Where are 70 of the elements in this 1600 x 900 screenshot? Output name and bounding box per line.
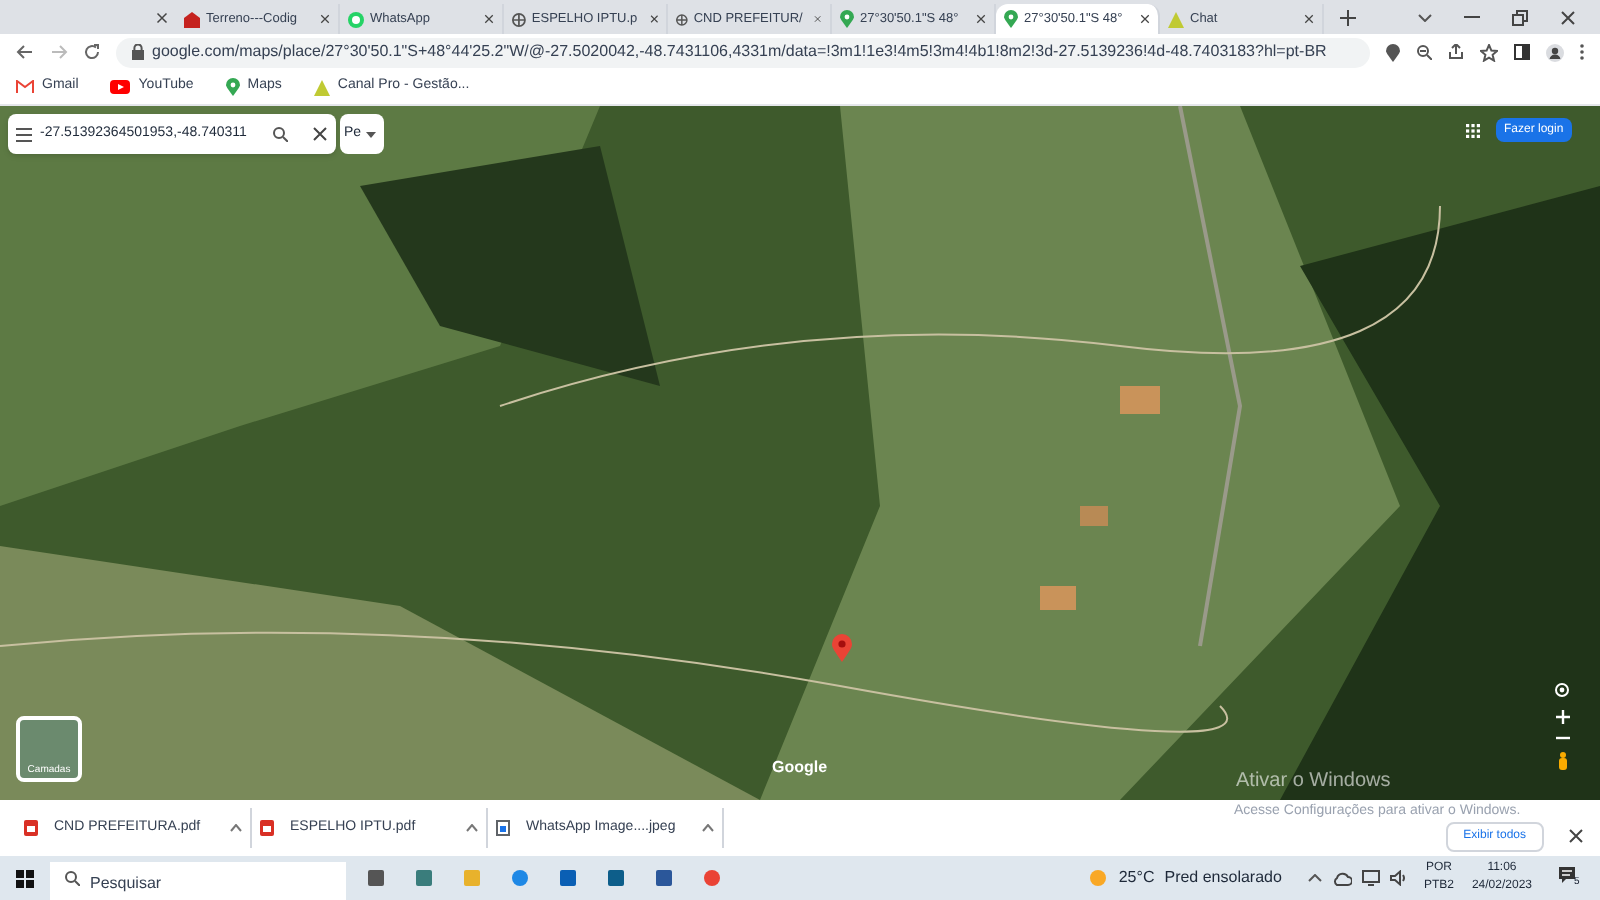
play-icon bbox=[110, 80, 131, 94]
caret-icon[interactable] bbox=[230, 824, 242, 832]
url-text: google.com/maps/place/27°30'50.1"S+48°44'25.2"W/@-27.5020042,-48.7431106,4331m/data=!3m1!1e3!4m5!3m4!4b1!8m2!3d-27.5139236!4d-48.7403183?hl=pt-BR bbox=[152, 40, 1327, 64]
menu-icon[interactable] bbox=[16, 127, 32, 141]
globe-icon bbox=[676, 11, 688, 27]
chevron-down-icon[interactable] bbox=[1418, 13, 1432, 21]
close-icon[interactable] bbox=[649, 14, 658, 24]
close-icon[interactable] bbox=[1560, 9, 1576, 25]
caret-icon[interactable] bbox=[466, 824, 478, 832]
close-icon[interactable] bbox=[484, 14, 494, 24]
triangle-icon bbox=[1168, 11, 1184, 27]
profile-icon[interactable] bbox=[1546, 43, 1564, 61]
close-icon[interactable] bbox=[320, 14, 330, 24]
windows-start-icon[interactable] bbox=[16, 869, 34, 887]
close-icon[interactable] bbox=[1140, 14, 1150, 24]
sun-icon bbox=[1088, 868, 1109, 888]
search-icon bbox=[64, 870, 80, 886]
taskbar-search-field[interactable]: Pesquisar bbox=[50, 861, 346, 900]
search-icon[interactable] bbox=[272, 126, 288, 142]
browser-icon[interactable] bbox=[510, 868, 530, 888]
monitor-icon[interactable] bbox=[1361, 870, 1380, 886]
calculator-icon[interactable] bbox=[414, 868, 434, 888]
close-icon[interactable] bbox=[156, 11, 168, 23]
triangle-icon bbox=[313, 79, 330, 95]
apps-grid-icon[interactable] bbox=[1466, 124, 1480, 138]
temperature-text[interactable]: 25°C bbox=[1118, 866, 1155, 890]
map-pin-icon bbox=[1004, 10, 1018, 28]
star-icon[interactable] bbox=[1480, 43, 1498, 61]
reload-icon[interactable] bbox=[84, 44, 100, 60]
mail-icon[interactable] bbox=[606, 868, 626, 888]
zoom-in-icon[interactable] bbox=[1555, 710, 1569, 724]
globe-icon bbox=[512, 11, 526, 27]
close-icon[interactable] bbox=[1304, 14, 1314, 24]
back-arrow-icon[interactable] bbox=[16, 44, 34, 60]
speaker-icon[interactable] bbox=[1389, 870, 1406, 886]
caret-icon[interactable] bbox=[365, 131, 376, 137]
pdf-file-icon bbox=[260, 820, 274, 836]
building-icon bbox=[184, 11, 200, 27]
lock-icon bbox=[132, 44, 144, 60]
address-bar[interactable]: google.com/maps/place/27°30'50.1"S+48°44'25.2"W/@-27.5020042,-48.7431106,4331m/data=!3m1!1e3!4m5!3m4!4b1!8m2!3d-27.5139236!4d-48.7403183?hl=pt-BR bbox=[116, 37, 1370, 67]
task-view-icon[interactable] bbox=[366, 868, 386, 888]
weather-text[interactable]: Pred ensolarado bbox=[1164, 866, 1282, 890]
map-pin-icon bbox=[832, 634, 852, 662]
map-pin-icon bbox=[225, 78, 240, 96]
activation-watermark-title: Ativar o Windows bbox=[1236, 772, 1391, 792]
restore-icon[interactable] bbox=[1512, 9, 1528, 25]
close-icon[interactable] bbox=[1568, 828, 1584, 844]
chat-bubble-icon bbox=[348, 11, 364, 27]
image-file-icon bbox=[496, 820, 510, 836]
share-icon[interactable] bbox=[1448, 44, 1464, 60]
side-panel-icon[interactable] bbox=[1514, 44, 1530, 60]
map-pin-icon bbox=[840, 10, 854, 28]
close-icon[interactable] bbox=[312, 126, 328, 142]
notification-icon[interactable] bbox=[1558, 866, 1576, 884]
person-icon[interactable] bbox=[1557, 752, 1567, 770]
location-icon[interactable] bbox=[1386, 43, 1400, 61]
new-tab-icon[interactable] bbox=[1340, 9, 1356, 25]
close-icon[interactable] bbox=[976, 14, 986, 24]
cloud-icon[interactable] bbox=[1331, 871, 1352, 885]
chevron-up-icon[interactable] bbox=[1307, 874, 1322, 882]
pdf-file-icon bbox=[24, 820, 38, 836]
store-icon[interactable] bbox=[558, 868, 578, 888]
caret-icon[interactable] bbox=[702, 824, 714, 832]
google-logo-text: Google bbox=[772, 760, 828, 776]
satellite-map-drawing[interactable] bbox=[0, 106, 1600, 800]
location-icon[interactable] bbox=[1554, 682, 1570, 698]
chrome-icon[interactable] bbox=[702, 868, 722, 888]
envelope-icon bbox=[16, 80, 34, 94]
document-icon[interactable] bbox=[654, 868, 674, 888]
zoom-icon[interactable] bbox=[1416, 44, 1432, 60]
